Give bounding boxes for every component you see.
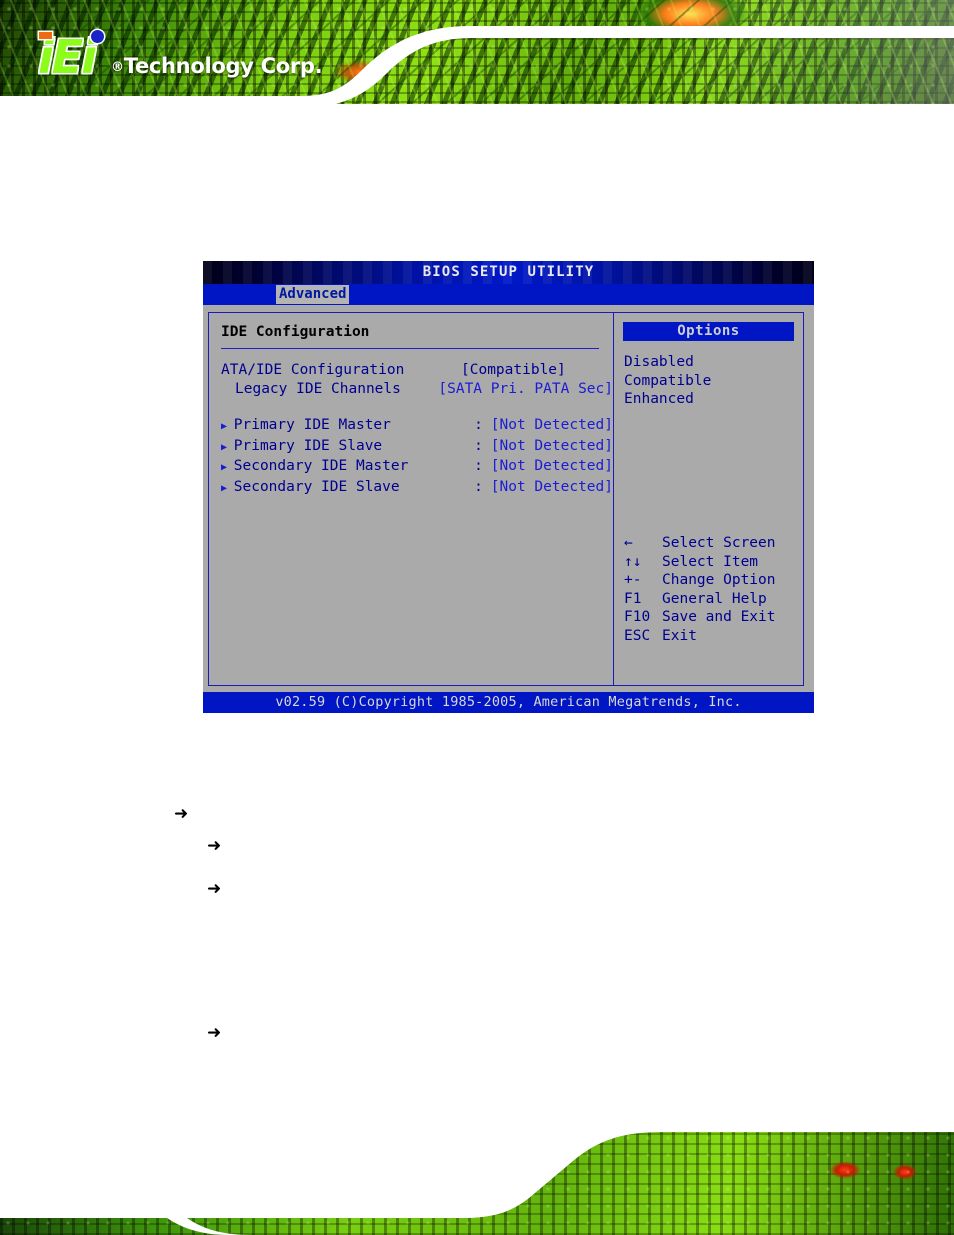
iei-logo: iEi ®Technology Corp. (38, 28, 323, 80)
iei-logo-glyph: iEi (38, 30, 97, 84)
submenu-triangle-icon: ▶ (221, 421, 228, 432)
logo-blue-dot-icon (91, 30, 104, 43)
key-esc-label: ESC (624, 627, 651, 644)
device-colon: : (474, 417, 483, 433)
key-legend: ← Select Screen ↑↓ Select Item +- Change… (624, 534, 799, 645)
key-legend-row-save-and-exit: F10 Save and Exit (624, 608, 799, 627)
key-legend-action: Select Item (662, 553, 759, 570)
submenu-triangle-icon: ▶ (221, 482, 228, 494)
settings-panel: IDE Configuration ATA/IDE Configuration … (208, 312, 614, 686)
setting-label: Legacy IDE Channels (235, 380, 401, 397)
settings-list: ATA/IDE Configuration [Compatible] Legac… (209, 349, 613, 498)
submenu-triangle-icon: ▶ (221, 462, 228, 473)
option-item-disabled[interactable]: Disabled (624, 353, 803, 372)
options-list: Disabled Compatible Enhanced (614, 341, 803, 409)
key-legend-row-change-option: +- Change Option (624, 571, 799, 590)
device-status: [Not Detected] (490, 458, 613, 474)
footer-swoosh-shape (0, 1130, 954, 1235)
key-legend-action: General Help (662, 590, 767, 607)
bios-titlebar: BIOS SETUP UTILITY (203, 261, 814, 284)
bios-content-area: IDE Configuration ATA/IDE Configuration … (203, 305, 814, 692)
key-legend-action: Change Option (662, 572, 776, 588)
setting-row-legacy-ide-channels[interactable]: Legacy IDE Channels [SATA Pri. PATA Sec] (221, 380, 613, 399)
arrow-bullet-2: ➜ (207, 836, 222, 856)
key-legend-action: Exit (662, 627, 697, 644)
device-row-primary-ide-master[interactable]: ▶ Primary IDE Master : [Not Detected] (221, 416, 613, 437)
page-header-banner: iEi ®Technology Corp. (0, 0, 954, 112)
device-colon: : (474, 437, 483, 454)
tab-advanced[interactable]: Advanced (276, 285, 350, 304)
setting-row-ata-ide-configuration[interactable]: ATA/IDE Configuration [Compatible] (221, 361, 613, 380)
key-legend-action: Select Screen (662, 535, 776, 551)
device-label: Primary IDE Master (233, 417, 391, 433)
left-arrow-icon: ← (624, 535, 633, 551)
device-label: Primary IDE Slave (233, 437, 383, 454)
option-item-enhanced[interactable]: Enhanced (624, 390, 803, 409)
device-row-primary-ide-slave[interactable]: ▶ Primary IDE Slave : [Not Detected] (221, 437, 613, 458)
logo-orange-dash-icon (39, 32, 52, 39)
key-legend-action: Save and Exit (662, 609, 776, 625)
key-legend-row-select-screen: ← Select Screen (624, 534, 799, 553)
setting-value[interactable]: [SATA Pri. PATA Sec] (438, 380, 613, 399)
device-status: [Not Detected] (490, 417, 613, 433)
plus-minus-icon: +- (624, 572, 642, 588)
device-row-secondary-ide-master[interactable]: ▶ Secondary IDE Master : [Not Detected] (221, 457, 613, 478)
key-f10-label: F10 (624, 609, 651, 625)
device-label: Secondary IDE Slave (233, 478, 400, 495)
page-footer-banner (0, 1130, 954, 1235)
submenu-triangle-icon: ▶ (221, 441, 228, 453)
up-down-arrow-icon: ↑↓ (624, 553, 642, 570)
logo-company-name: ®Technology Corp. (111, 54, 323, 78)
logo-company-text: Technology Corp. (123, 54, 323, 78)
arrow-bullet-1: ➜ (174, 804, 189, 824)
option-item-compatible[interactable]: Compatible (624, 372, 803, 391)
options-panel: Options Disabled Compatible Enhanced ← S… (614, 312, 804, 686)
page-title: IDE Configuration (221, 324, 370, 340)
device-label: Secondary IDE Master (233, 458, 409, 474)
iei-logo-mark: iEi (38, 30, 106, 80)
key-legend-row-general-help: F1 General Help (624, 590, 799, 609)
arrow-bullet-4: ➜ (207, 1023, 222, 1043)
setting-label: ATA/IDE Configuration (221, 362, 405, 378)
options-panel-header: Options (623, 322, 794, 341)
bios-menubar: Advanced (203, 284, 814, 305)
registered-trademark-symbol: ® (111, 60, 124, 75)
arrow-bullet-3: ➜ (207, 879, 222, 899)
bios-setup-window: BIOS SETUP UTILITY Advanced IDE Configur… (203, 261, 814, 713)
key-legend-row-exit: ESC Exit (624, 627, 799, 646)
bios-window-title: BIOS SETUP UTILITY (422, 264, 595, 280)
device-colon: : (474, 478, 483, 495)
device-row-secondary-ide-slave[interactable]: ▶ Secondary IDE Slave : [Not Detected] (221, 478, 613, 499)
setting-value[interactable]: [Compatible] (461, 361, 566, 380)
key-f1-label: F1 (624, 590, 642, 607)
key-legend-row-select-item: ↑↓ Select Item (624, 553, 799, 572)
device-colon: : (474, 458, 483, 474)
bios-footer-copyright: v02.59 (C)Copyright 1985-2005, American … (203, 692, 814, 713)
header-right-fade (654, 0, 954, 112)
device-status: [Not Detected] (490, 478, 613, 495)
device-status: [Not Detected] (490, 437, 613, 454)
